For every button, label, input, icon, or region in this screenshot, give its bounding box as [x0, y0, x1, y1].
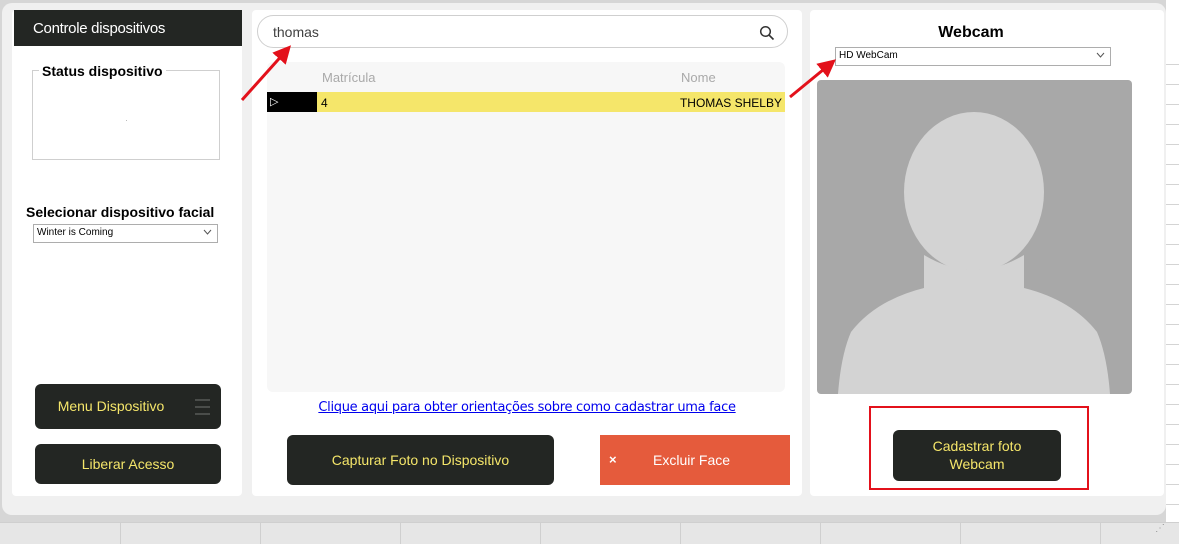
background-sheet-strip — [1166, 0, 1179, 544]
register-webcam-line1: Cadastrar foto — [932, 438, 1022, 454]
webcam-preview — [817, 80, 1132, 394]
row-pointer-icon: ▷ — [267, 92, 317, 112]
facial-device-select[interactable]: Winter is Coming — [33, 224, 218, 243]
chevron-down-icon — [1096, 50, 1105, 60]
search-icon[interactable] — [759, 25, 775, 41]
middle-panel: thomas Matrícula Nome ▷ 4 THOMAS SHELBY … — [252, 10, 802, 496]
search-value: thomas — [273, 24, 319, 40]
background-sheet-bottom — [0, 522, 1179, 544]
device-status-group: Status dispositivo — [32, 63, 220, 160]
capture-photo-device-button[interactable]: Capturar Foto no Dispositivo — [287, 435, 554, 485]
column-header-matricula[interactable]: Matrícula — [322, 70, 375, 85]
search-input[interactable]: thomas — [257, 15, 788, 48]
column-header-nome[interactable]: Nome — [681, 70, 716, 85]
cell-nome[interactable]: THOMAS SHELBY — [680, 96, 782, 110]
cell-matricula[interactable]: 4 — [321, 96, 328, 110]
face-help-link[interactable]: Clique aqui para obter orientações sobre… — [252, 400, 802, 415]
chevron-down-icon — [203, 227, 212, 237]
menu-device-label: Menu Dispositivo — [57, 398, 165, 414]
webcam-select-value: HD WebCam — [839, 50, 898, 61]
webcam-select[interactable]: HD WebCam — [835, 47, 1111, 66]
hamburger-icon — [195, 399, 210, 420]
register-webcam-line2: Webcam — [949, 456, 1005, 472]
grid-header: Matrícula Nome — [267, 62, 785, 91]
device-select-label: Selecionar dispositivo facial — [26, 204, 215, 220]
register-webcam-photo-button[interactable]: Cadastrar foto Webcam — [893, 430, 1061, 481]
delete-face-label: Excluir Face — [653, 452, 731, 468]
person-silhouette-icon — [838, 112, 1110, 394]
users-grid[interactable]: Matrícula Nome ▷ 4 THOMAS SHELBY — [267, 62, 785, 392]
close-icon: × — [609, 452, 617, 467]
table-row[interactable]: ▷ 4 THOMAS SHELBY — [267, 92, 785, 112]
left-panel: Controle dispositivos Status dispositivo… — [12, 10, 242, 496]
delete-face-button[interactable]: × Excluir Face — [600, 435, 790, 485]
device-status-label: Status dispositivo — [39, 63, 166, 79]
panel-title: Controle dispositivos — [14, 10, 242, 46]
menu-device-button[interactable]: Menu Dispositivo — [35, 384, 221, 429]
webcam-title: Webcam — [938, 24, 1004, 41]
right-panel: Webcam HD WebCam Cadastrar foto Webcam — [810, 10, 1164, 496]
facial-device-select-value: Winter is Coming — [37, 227, 114, 238]
release-access-button[interactable]: Liberar Acesso — [35, 444, 221, 484]
device-control-window: Controle dispositivos Status dispositivo… — [2, 3, 1166, 515]
resize-grip-icon[interactable]: ⋰ — [1155, 523, 1165, 534]
